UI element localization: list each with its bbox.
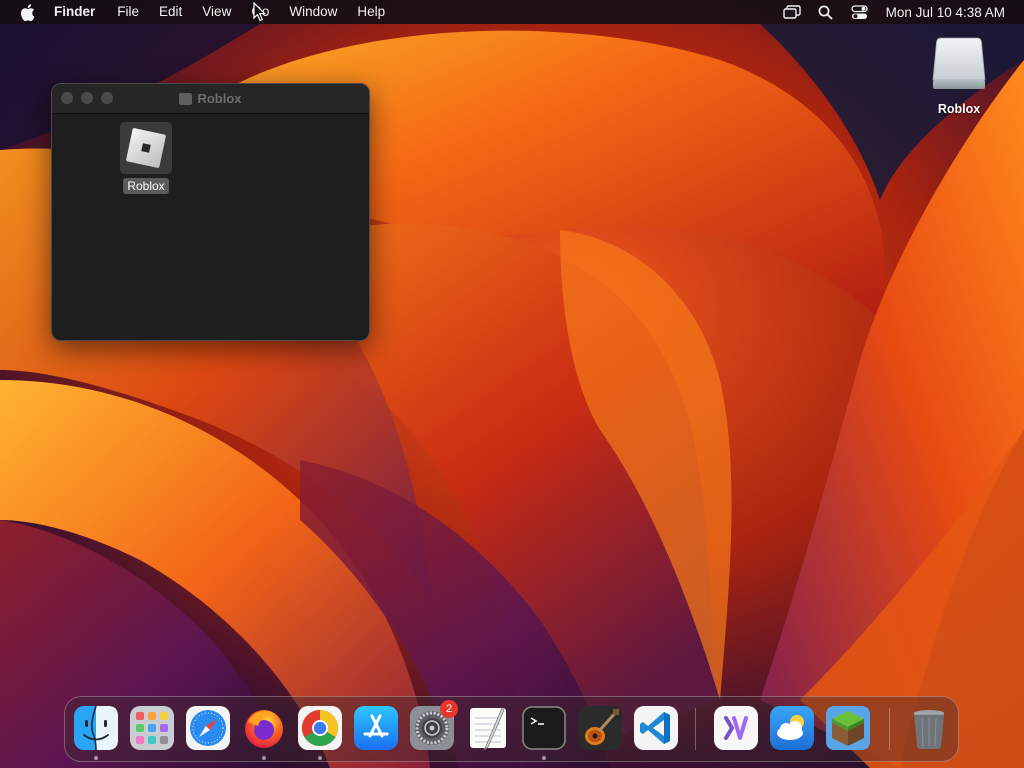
desktop-item-label[interactable]: Roblox	[938, 102, 980, 116]
apple-menu-icon[interactable]	[0, 3, 54, 21]
window-title: Roblox	[52, 84, 369, 113]
dock-firefox-icon[interactable]	[242, 706, 286, 750]
disk-icon	[179, 92, 193, 105]
menu-edit[interactable]: Edit	[149, 0, 192, 24]
spotlight-search-icon[interactable]	[809, 0, 843, 24]
finder-window[interactable]: Roblox Roblox	[51, 83, 370, 341]
notification-badge: 2	[440, 700, 458, 718]
file-label[interactable]: Roblox	[123, 178, 169, 194]
dock-chrome-icon[interactable]	[298, 706, 342, 750]
dock-safari-icon[interactable]	[186, 706, 230, 750]
window-title-text: Roblox	[197, 91, 242, 106]
mouse-cursor-icon	[253, 1, 267, 25]
dock-visual-studio-icon[interactable]	[714, 706, 758, 750]
menu-app-name[interactable]: Finder	[54, 0, 107, 24]
dock-separator	[695, 708, 696, 750]
menu-file[interactable]: File	[107, 0, 149, 24]
dock-textedit-icon[interactable]	[466, 706, 510, 751]
dock-vscode-icon[interactable]	[634, 706, 678, 750]
menu-view[interactable]: View	[192, 0, 241, 24]
control-center-icon[interactable]	[843, 0, 877, 24]
dock-running-indicator	[318, 756, 322, 760]
dock-separator	[889, 708, 890, 750]
desktop-item-roblox-disk[interactable]: Roblox	[922, 36, 996, 116]
menu-bar: Finder File Edit View Go Window Help	[0, 0, 1024, 24]
window-titlebar[interactable]: Roblox	[52, 84, 369, 114]
dock-terminal-icon[interactable]	[522, 706, 566, 750]
dock-running-indicator	[262, 756, 266, 760]
menu-window[interactable]: Window	[279, 0, 347, 24]
screen-mirroring-icon[interactable]	[775, 0, 809, 24]
dock-launchpad-icon[interactable]	[130, 706, 174, 750]
menu-help[interactable]: Help	[347, 0, 395, 24]
roblox-app-icon[interactable]	[120, 122, 172, 174]
dock-finder-icon[interactable]	[74, 705, 118, 751]
file-item-roblox[interactable]: Roblox	[120, 122, 172, 194]
dock-garageband-icon[interactable]	[578, 706, 622, 750]
dock-weather-icon[interactable]	[770, 706, 814, 750]
dock-running-indicator	[94, 756, 98, 760]
dock: 2	[64, 696, 959, 762]
dock-trash-icon[interactable]	[907, 706, 951, 750]
menu-clock[interactable]: Mon Jul 10 4:38 AM	[877, 5, 1005, 20]
dock-minecraft-icon[interactable]	[826, 706, 870, 750]
desktop: Finder File Edit View Go Window Help	[0, 0, 1024, 768]
dock-running-indicator	[542, 756, 546, 760]
dock-app-store-icon[interactable]	[354, 706, 398, 750]
external-disk-icon[interactable]	[929, 36, 989, 96]
dock-system-settings-icon[interactable]: 2	[410, 700, 458, 750]
